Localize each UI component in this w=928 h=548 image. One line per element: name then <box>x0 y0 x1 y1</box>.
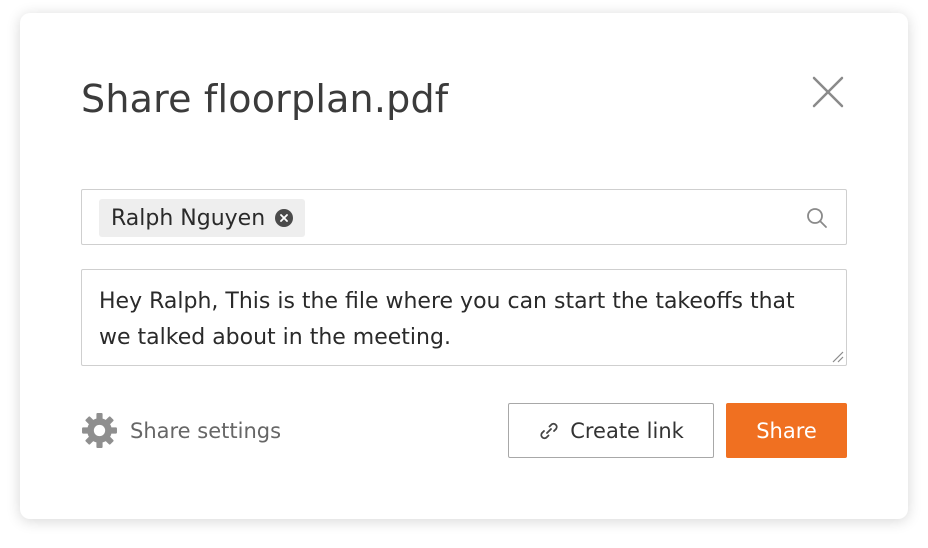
share-settings-button[interactable]: Share settings <box>81 412 281 449</box>
search-icon[interactable] <box>806 207 828 229</box>
gear-icon <box>82 413 117 448</box>
share-button-label: Share <box>756 418 817 443</box>
close-icon <box>812 76 844 108</box>
remove-recipient-button[interactable] <box>275 209 294 227</box>
dialog-title: Share floorplan.pdf <box>81 77 449 121</box>
share-dialog: Share floorplan.pdf Ralph Nguyen Hey Ral… <box>20 13 908 519</box>
share-settings-label: Share settings <box>130 418 282 443</box>
message-text: Hey Ralph, This is the file where you ca… <box>99 289 795 350</box>
message-textarea[interactable]: Hey Ralph, This is the file where you ca… <box>81 269 847 366</box>
remove-icon <box>280 214 289 222</box>
create-link-button[interactable]: Create link <box>508 403 714 458</box>
share-button[interactable]: Share <box>726 403 847 458</box>
recipient-input[interactable]: Ralph Nguyen <box>81 189 847 245</box>
recipient-chip: Ralph Nguyen <box>99 199 306 237</box>
create-link-label: Create link <box>570 418 684 443</box>
recipient-chip-label: Ralph Nguyen <box>111 205 266 231</box>
link-icon <box>540 422 558 439</box>
resize-handle-icon[interactable] <box>830 349 844 363</box>
close-button[interactable] <box>810 74 846 110</box>
